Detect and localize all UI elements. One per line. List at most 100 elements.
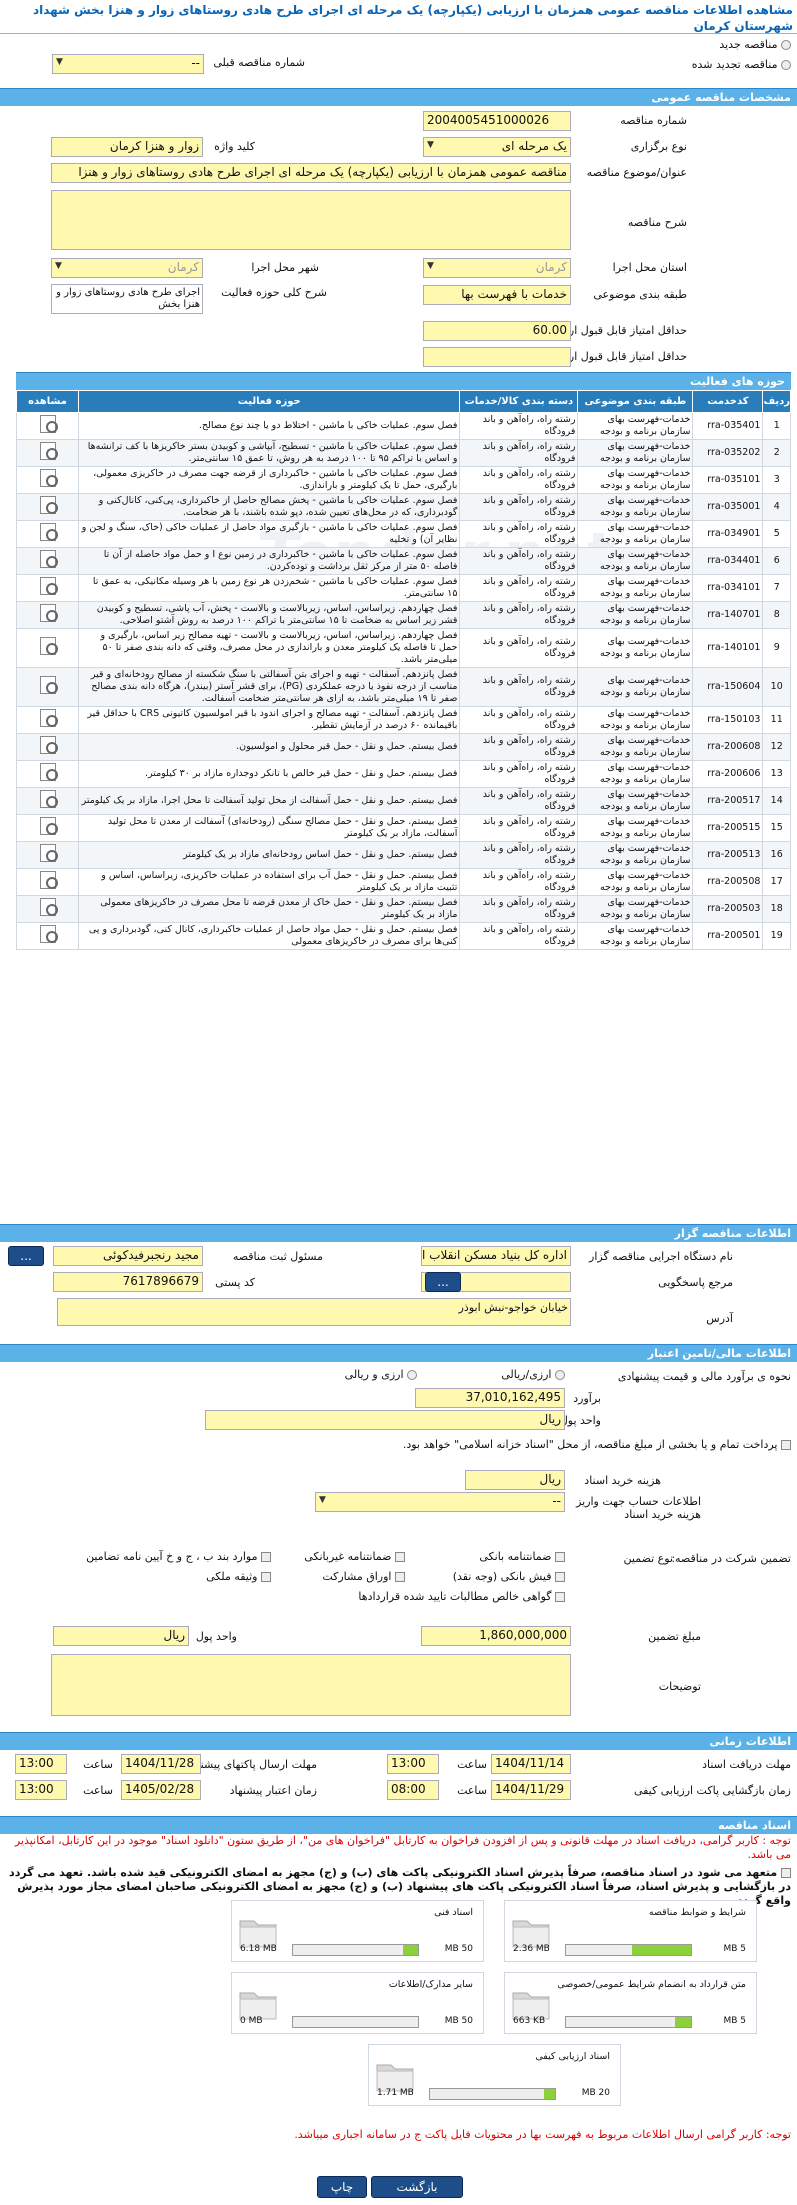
view-document-icon[interactable] [39,676,58,694]
g-chk-6[interactable] [555,1592,565,1602]
prev-no-select[interactable]: -- ▼ [52,54,204,74]
postal-field[interactable]: 7617896679 [53,1272,203,1292]
view-document-icon[interactable] [39,604,58,622]
table-row: 19 rra-200501 خدمات-فهرست بهای سازمان برنا… [16,922,791,950]
g-opt-3[interactable]: فیش بانکی (وجه نقد) [453,1570,565,1583]
resp-lookup-button[interactable]: ... [8,1246,44,1266]
view-document-icon[interactable] [39,736,58,754]
tender-no-field[interactable]: 2004005451000026 [423,111,571,131]
g-unit-field[interactable]: ریال [53,1626,189,1646]
valid-date[interactable]: 1405/02/28 [121,1780,201,1800]
new-tender-option[interactable]: مناقصه جدید [719,38,791,51]
view-document-icon[interactable] [39,844,58,862]
document-card[interactable]: اسناد فنی 50 MB 6.18 MB [231,1900,484,1962]
document-name: اسناد ارزیابی کیفی [535,2051,610,2062]
g-chk-3[interactable] [555,1572,565,1582]
view-document-icon[interactable] [39,523,58,541]
view-document-icon[interactable] [39,577,58,595]
city-select[interactable]: کرمان ▼ [51,258,203,278]
table-cell: rra-140701 [692,601,764,629]
fx-radio[interactable] [407,1370,417,1380]
estimate-field[interactable]: 37,010,162,495 [415,1388,565,1408]
table-cell: 10 [762,667,791,707]
class-field[interactable]: خدمات با فهرست بها [423,285,571,305]
city-label: شهر محل اجرا [251,261,319,274]
g-chk-1[interactable] [395,1552,405,1562]
open-date[interactable]: 1404/11/29 [491,1780,571,1800]
doc-fee-field[interactable]: ریال [465,1470,565,1490]
subject-field[interactable]: مناقصه عمومی همزمان با ارزیابی (یکپارچه)… [51,163,571,183]
view-document-icon[interactable] [39,442,58,460]
table-row: 13 rra-200606 خدمات-فهرست بهای سازمان برنا… [16,760,791,788]
g-chk-0[interactable] [555,1552,565,1562]
document-max-size: 20 MB [581,2088,610,2098]
view-document-icon[interactable] [39,709,58,727]
send-time[interactable]: 13:00 [15,1754,67,1774]
document-card[interactable]: شرایط و ضوابط مناقصه 5 MB 2.36 MB [504,1900,757,1962]
unit-field[interactable]: ریال [205,1410,565,1430]
table-cell: فصل بیستم. حمل و نقل - حمل مصالح سنگی (ر… [77,814,461,842]
receive-time[interactable]: 13:00 [387,1754,439,1774]
table-cell: rra-035202 [692,439,764,467]
view-document-icon[interactable] [39,790,58,808]
desc-textarea[interactable] [51,190,571,250]
keyword-field[interactable]: زوار و هنزا کرمان [51,137,203,157]
view-document-icon[interactable] [39,637,58,655]
back-button[interactable]: بازگشت [371,2176,463,2198]
address-field[interactable]: خیابان خواجو-نبش ابوذر [57,1298,571,1326]
view-document-icon[interactable] [39,496,58,514]
province-select[interactable]: کرمان ▼ [423,258,571,278]
renew-radio[interactable] [781,60,791,70]
view-document-icon[interactable] [39,817,58,835]
table-cell: rra-035101 [692,466,764,494]
view-document-icon[interactable] [39,469,58,487]
table-cell: 9 [762,628,791,668]
g-opt-4[interactable]: اوراق مشارکت [322,1570,405,1583]
organizer-header: اطلاعات مناقصه گزار [0,1224,797,1242]
account-select[interactable]: -- ▼ [315,1492,565,1512]
table-cell: فصل بیستم. حمل و نقل - حمل آسفالت از محل… [77,787,461,815]
g-chk-2[interactable] [261,1552,271,1562]
g-chk-4[interactable] [395,1572,405,1582]
resp-field[interactable]: مجید رنجبرفیدکوئی [53,1246,203,1266]
open-time[interactable]: 08:00 [387,1780,439,1800]
min-tech-field[interactable] [423,347,571,367]
view-cell [16,628,79,668]
print-button[interactable]: چاپ [317,2176,367,2198]
scope-list[interactable]: اجرای طرح هادی روستاهای زوار و هنزا بخش [51,284,203,314]
new-radio[interactable] [781,40,791,50]
rial-option[interactable]: ارزی/ریالی [501,1368,565,1381]
g-notes-textarea[interactable] [51,1654,571,1716]
view-document-icon[interactable] [39,871,58,889]
renewed-tender-option[interactable]: مناقصه تجدید شده [692,58,791,71]
view-document-icon[interactable] [39,763,58,781]
min-quality-field[interactable]: 60.00 [423,321,571,341]
rial-radio[interactable] [555,1370,565,1380]
g-opt-5[interactable]: وثیقه ملکی [206,1570,271,1583]
document-card[interactable]: سایر مدارک/اطلاعات 50 MB 0 MB [231,1972,484,2034]
g-opt-2[interactable]: موارد بند ب ، ج و خ آیین نامه تضامین [86,1550,271,1563]
ref-lookup-button[interactable]: ... [425,1272,461,1292]
view-document-icon[interactable] [39,898,58,916]
g-amount-field[interactable]: 1,860,000,000 [421,1626,571,1646]
org-field[interactable]: اداره کل بنیاد مسکن انقلاب اسلامی استان … [421,1246,571,1266]
view-document-icon[interactable] [39,550,58,568]
type-select[interactable]: یک مرحله ای ▼ [423,137,571,157]
table-cell: خدمات-فهرست بهای سازمان برنامه و بودجه [577,628,694,668]
payment-checkbox[interactable] [781,1440,791,1450]
send-date[interactable]: 1404/11/28 [121,1754,201,1774]
fx-option[interactable]: ارزی و ریالی [345,1368,417,1381]
document-card[interactable]: متن قرارداد به انضمام شرایط عمومی/خصوصی 5… [504,1972,757,2034]
g-chk-5[interactable] [261,1572,271,1582]
g-opt-1[interactable]: ضمانتنامه غیربانکی [304,1550,405,1563]
g-opt-6[interactable]: گواهی خالص مطالبات تایید شده قراردادها [358,1590,565,1603]
document-card[interactable]: اسناد ارزیابی کیفی 20 MB 1.71 MB [368,2044,621,2106]
receive-date[interactable]: 1404/11/14 [491,1754,571,1774]
table-cell: فصل سوم. عملیات خاکی با ماشین - پخش مصال… [77,493,461,521]
view-document-icon[interactable] [39,415,58,433]
col-header: مشاهده [16,390,79,413]
view-document-icon[interactable] [39,925,58,943]
valid-time[interactable]: 13:00 [15,1780,67,1800]
g-opt-0[interactable]: ضمانتنامه بانکی [479,1550,565,1563]
commit-checkbox[interactable] [781,1868,791,1878]
